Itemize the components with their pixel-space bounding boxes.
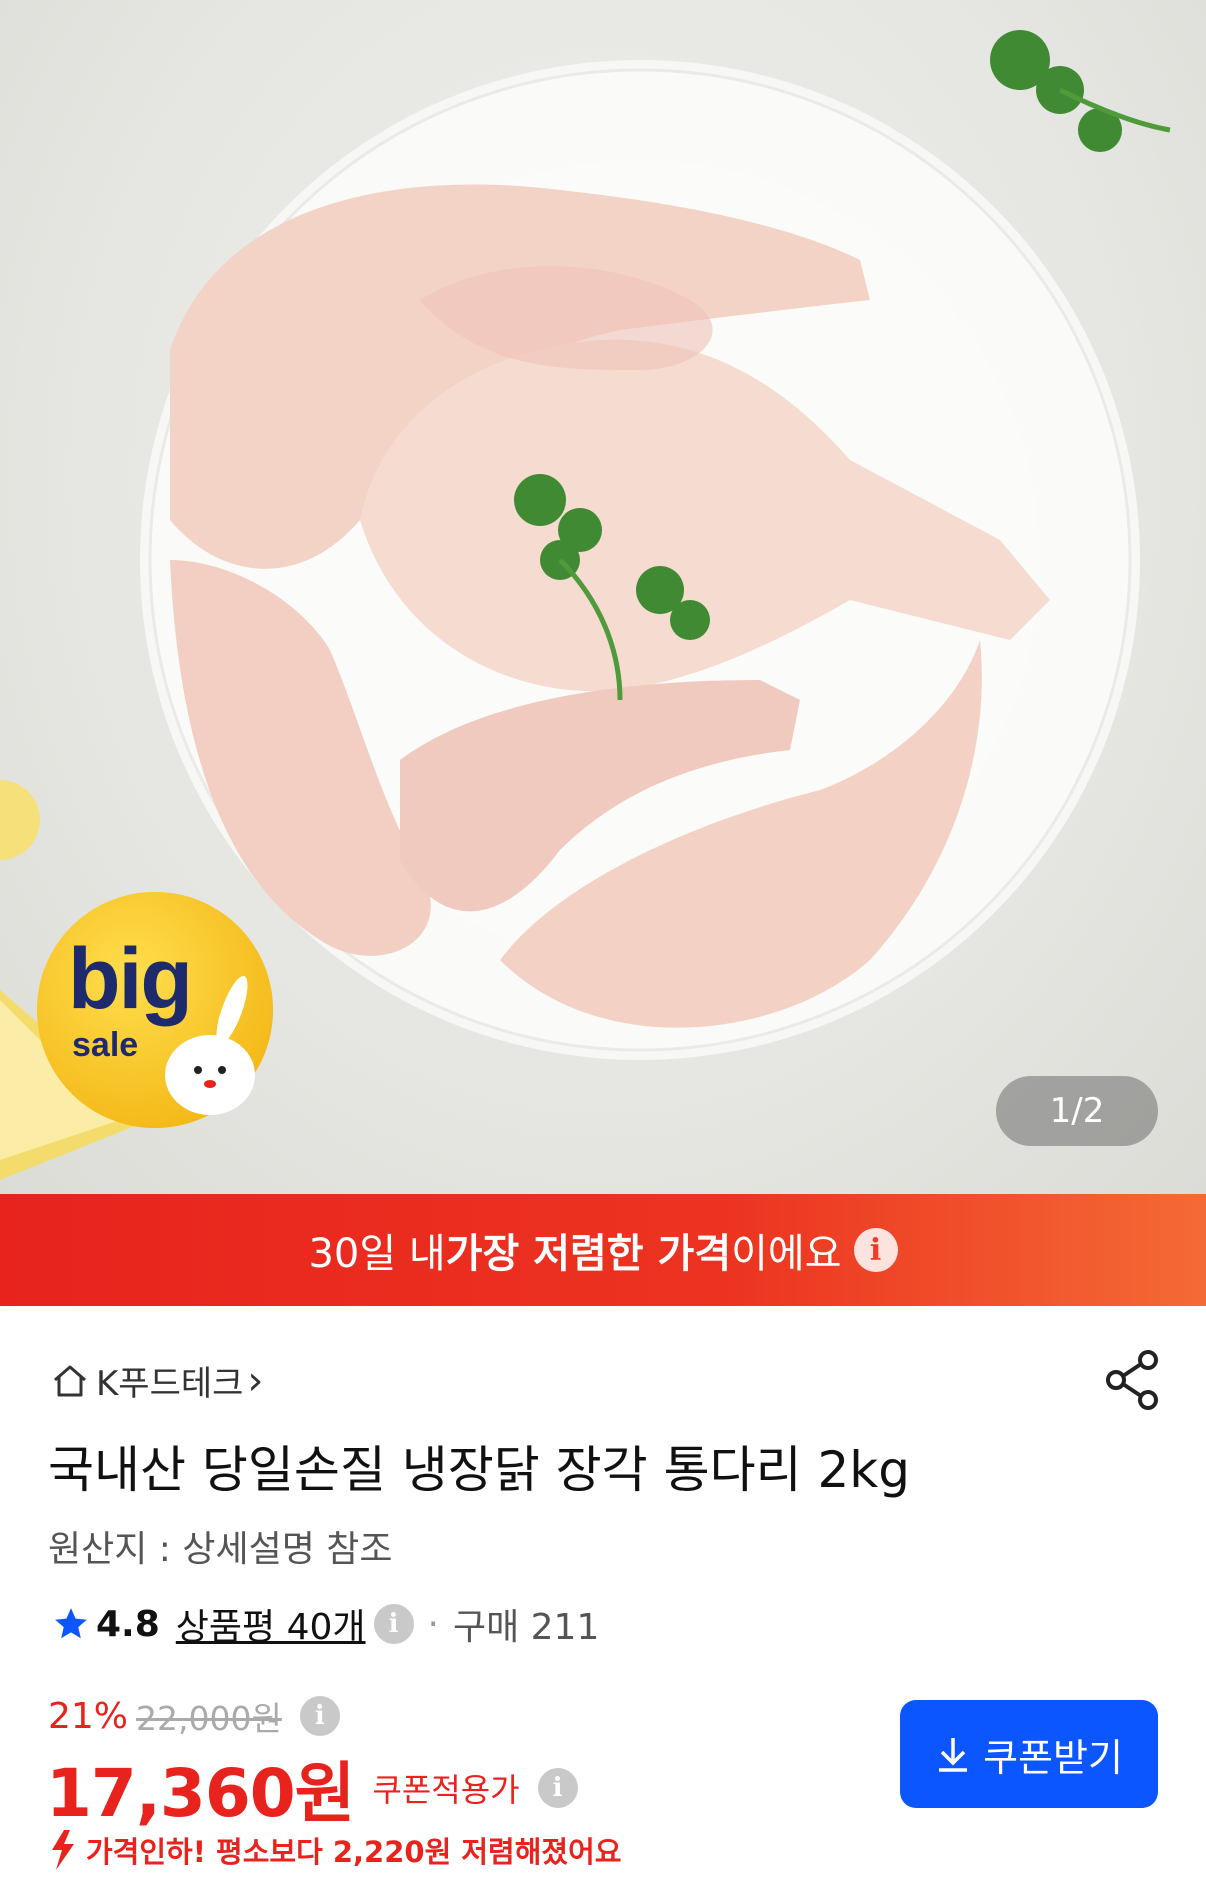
big-sale-badge-big: big [68, 931, 193, 1027]
product-title: 국내산 당일손질 냉장닭 장각 통다리 2kg [48, 1441, 910, 1499]
lightning-down-icon [52, 1830, 74, 1870]
banner-highlight: 가장 저렴한 가격 [445, 1231, 732, 1277]
coupon-download-button[interactable]: 쿠폰받기 [900, 1700, 1158, 1808]
original-price: 22,000원 [136, 1699, 282, 1738]
coupon-info-icon[interactable]: i [537, 1768, 578, 1808]
coupon-price-label: 쿠폰적용가 [372, 1771, 520, 1809]
purchase-count: 구매 211 [452, 1607, 600, 1648]
share-button[interactable] [1104, 1350, 1160, 1414]
price-row: 17,360원 쿠폰적용가 i [46, 1740, 578, 1836]
price-drop-notice: 가격인하! 평소보다 2,220원 저렴해졌어요 [44, 1828, 621, 1872]
coupon-button-label: 쿠폰받기 [983, 1735, 1123, 1780]
discount-percent: 21% [48, 1695, 129, 1737]
chevron-right-icon: › [247, 1357, 264, 1404]
store-name: K푸드테크 [96, 1364, 244, 1404]
price-drop-text: 가격인하! 평소보다 2,220원 저렴해졌어요 [86, 1835, 622, 1869]
download-icon [939, 1738, 968, 1772]
product-image-gallery[interactable]: big sale 1/2 [0, 0, 1206, 1194]
banner-prefix: 30일 내 [308, 1231, 446, 1277]
price-info-icon[interactable]: i [299, 1696, 340, 1736]
share-icon [1106, 1350, 1158, 1410]
discount-row: 21% 22,000원 i [48, 1692, 340, 1740]
big-sale-badge-sale: sale [72, 1026, 139, 1064]
home-icon [54, 1365, 86, 1396]
star-icon [55, 1608, 87, 1639]
lowest-price-banner[interactable]: 30일 내 가장 저렴한 가격 이에요 i [0, 1194, 1206, 1306]
store-link[interactable]: K푸드테크 › [50, 1356, 263, 1405]
banner-suffix: 이에요 [731, 1231, 842, 1277]
product-origin: 원산지 : 상세설명 참조 [48, 1529, 393, 1570]
rating-score: 4.8 [96, 1603, 160, 1645]
rating-row: 4.8 상품평 40개 i · 구매 211 [52, 1598, 599, 1650]
banner-info-icon[interactable]: i [853, 1228, 898, 1272]
info-icon[interactable]: i [373, 1604, 414, 1644]
sale-price: 17,360원 [46, 1755, 355, 1832]
image-counter: 1/2 [996, 1076, 1158, 1146]
separator-dot: · [427, 1603, 439, 1645]
reviews-link[interactable]: 상품평 40개 [176, 1598, 366, 1650]
